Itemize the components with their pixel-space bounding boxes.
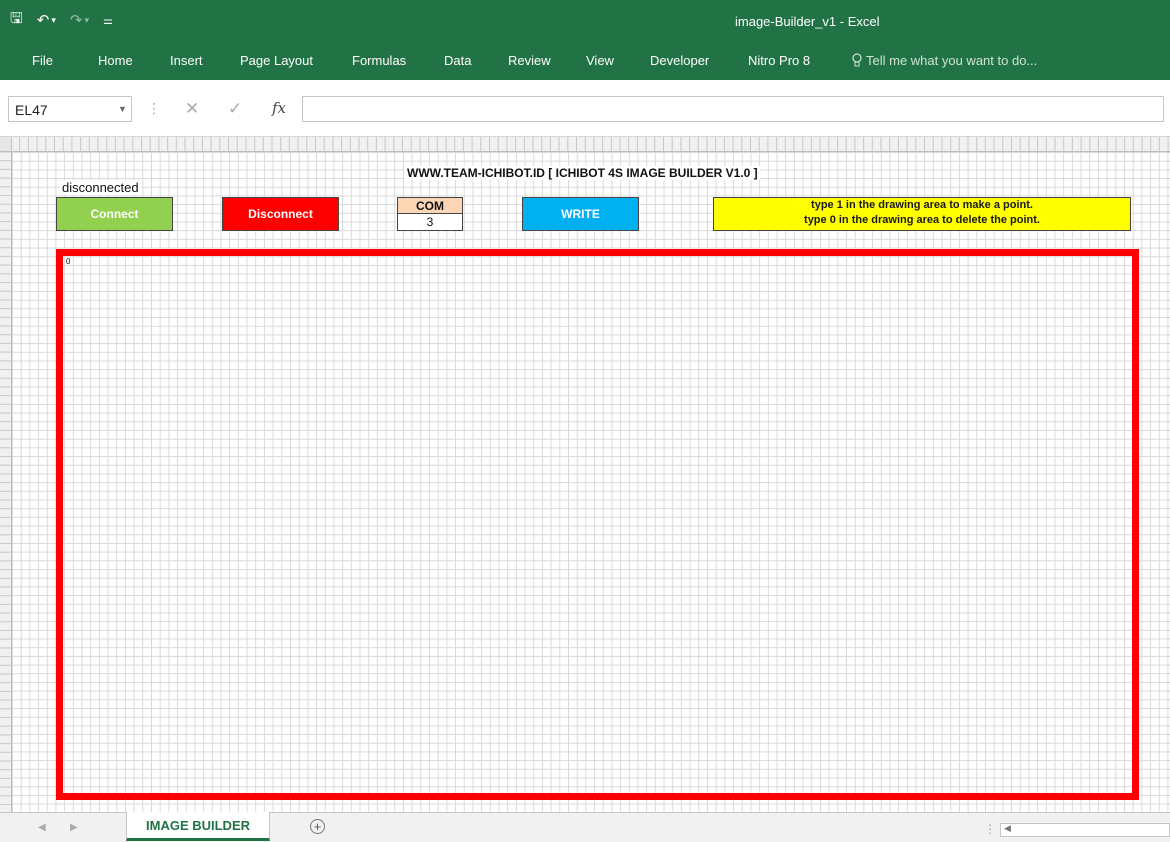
ribbon-tabs: File Home Insert Page Layout Formulas Da… — [0, 42, 1170, 80]
customize-qat-icon[interactable]: ⚌ — [103, 14, 113, 27]
instruction-line-2: type 0 in the drawing area to delete the… — [804, 214, 1040, 226]
column-header-strip[interactable] — [11, 137, 1170, 151]
tab-page-layout[interactable]: Page Layout — [240, 53, 313, 68]
lightbulb-icon — [852, 53, 862, 67]
title-bar: 🖫 ↶ ▾ ↷ ▾ ⚌ image-Builder_v1 - Excel — [0, 0, 1170, 42]
tab-file[interactable]: File — [32, 53, 53, 68]
connection-status: disconnected — [60, 180, 141, 195]
tab-review[interactable]: Review — [508, 53, 551, 68]
drawing-cell-value[interactable]: 0 — [66, 257, 70, 266]
tab-view[interactable]: View — [586, 53, 614, 68]
name-box[interactable]: EL47 — [8, 96, 132, 122]
insert-function-icon[interactable]: fx — [272, 99, 286, 117]
sheet-heading: WWW.TEAM-ICHIBOT.ID [ ICHIBOT 4S IMAGE B… — [405, 166, 760, 180]
row-header-strip[interactable] — [0, 152, 11, 812]
instruction-line-1: type 1 in the drawing area to make a poi… — [811, 199, 1033, 211]
tab-nitro-pro[interactable]: Nitro Pro 8 — [748, 53, 810, 68]
row-headers[interactable] — [0, 152, 12, 812]
com-port-value[interactable]: 3 — [397, 214, 463, 231]
drawing-area[interactable] — [56, 249, 1139, 800]
connect-button[interactable]: Connect — [56, 197, 173, 231]
sheet-nav-next-icon[interactable]: ▶ — [70, 822, 78, 833]
add-sheet-icon[interactable]: + — [310, 819, 325, 834]
save-icon[interactable]: 🖫 — [10, 8, 23, 33]
undo-icon[interactable]: ↶ — [37, 11, 50, 29]
tab-insert[interactable]: Insert — [170, 53, 203, 68]
column-headers[interactable] — [0, 137, 1170, 152]
com-port-label: COM — [397, 197, 463, 214]
tell-me-text: Tell me what you want to do... — [866, 53, 1038, 68]
formula-input[interactable] — [302, 96, 1164, 122]
redo-dropdown-icon: ▾ — [84, 14, 89, 25]
tab-formulas[interactable]: Formulas — [352, 53, 406, 68]
window-title: image-Builder_v1 - Excel — [735, 14, 880, 29]
redo-icon: ↷ — [69, 12, 83, 29]
scroll-left-icon[interactable]: ◀ — [1004, 823, 1011, 834]
write-button[interactable]: WRITE — [522, 197, 639, 231]
quick-access-toolbar: 🖫 ↶ ▾ ↷ ▾ ⚌ — [10, 8, 113, 32]
undo-dropdown-icon[interactable]: ▾ — [51, 15, 56, 26]
tab-home[interactable]: Home — [98, 53, 133, 68]
cancel-icon[interactable]: ✕ — [185, 99, 199, 119]
sheet-nav-prev-icon[interactable]: ◀ — [38, 822, 46, 833]
tab-data[interactable]: Data — [444, 53, 471, 68]
sheet-tab-image-builder[interactable]: IMAGE BUILDER — [126, 812, 270, 841]
disconnect-button[interactable]: Disconnect — [222, 197, 339, 231]
tell-me-box[interactable]: Tell me what you want to do... — [852, 53, 1037, 68]
horizontal-scrollbar[interactable] — [1000, 823, 1170, 837]
scroll-splitter-icon[interactable]: ⋮ — [984, 822, 996, 836]
tab-developer[interactable]: Developer — [650, 53, 709, 68]
enter-icon[interactable]: ✓ — [228, 99, 242, 119]
instruction-note: type 1 in the drawing area to make a poi… — [713, 197, 1131, 231]
formula-bar-separator-icon[interactable]: ⋮ — [147, 100, 161, 117]
name-box-dropdown-icon[interactable]: ▼ — [118, 104, 127, 114]
